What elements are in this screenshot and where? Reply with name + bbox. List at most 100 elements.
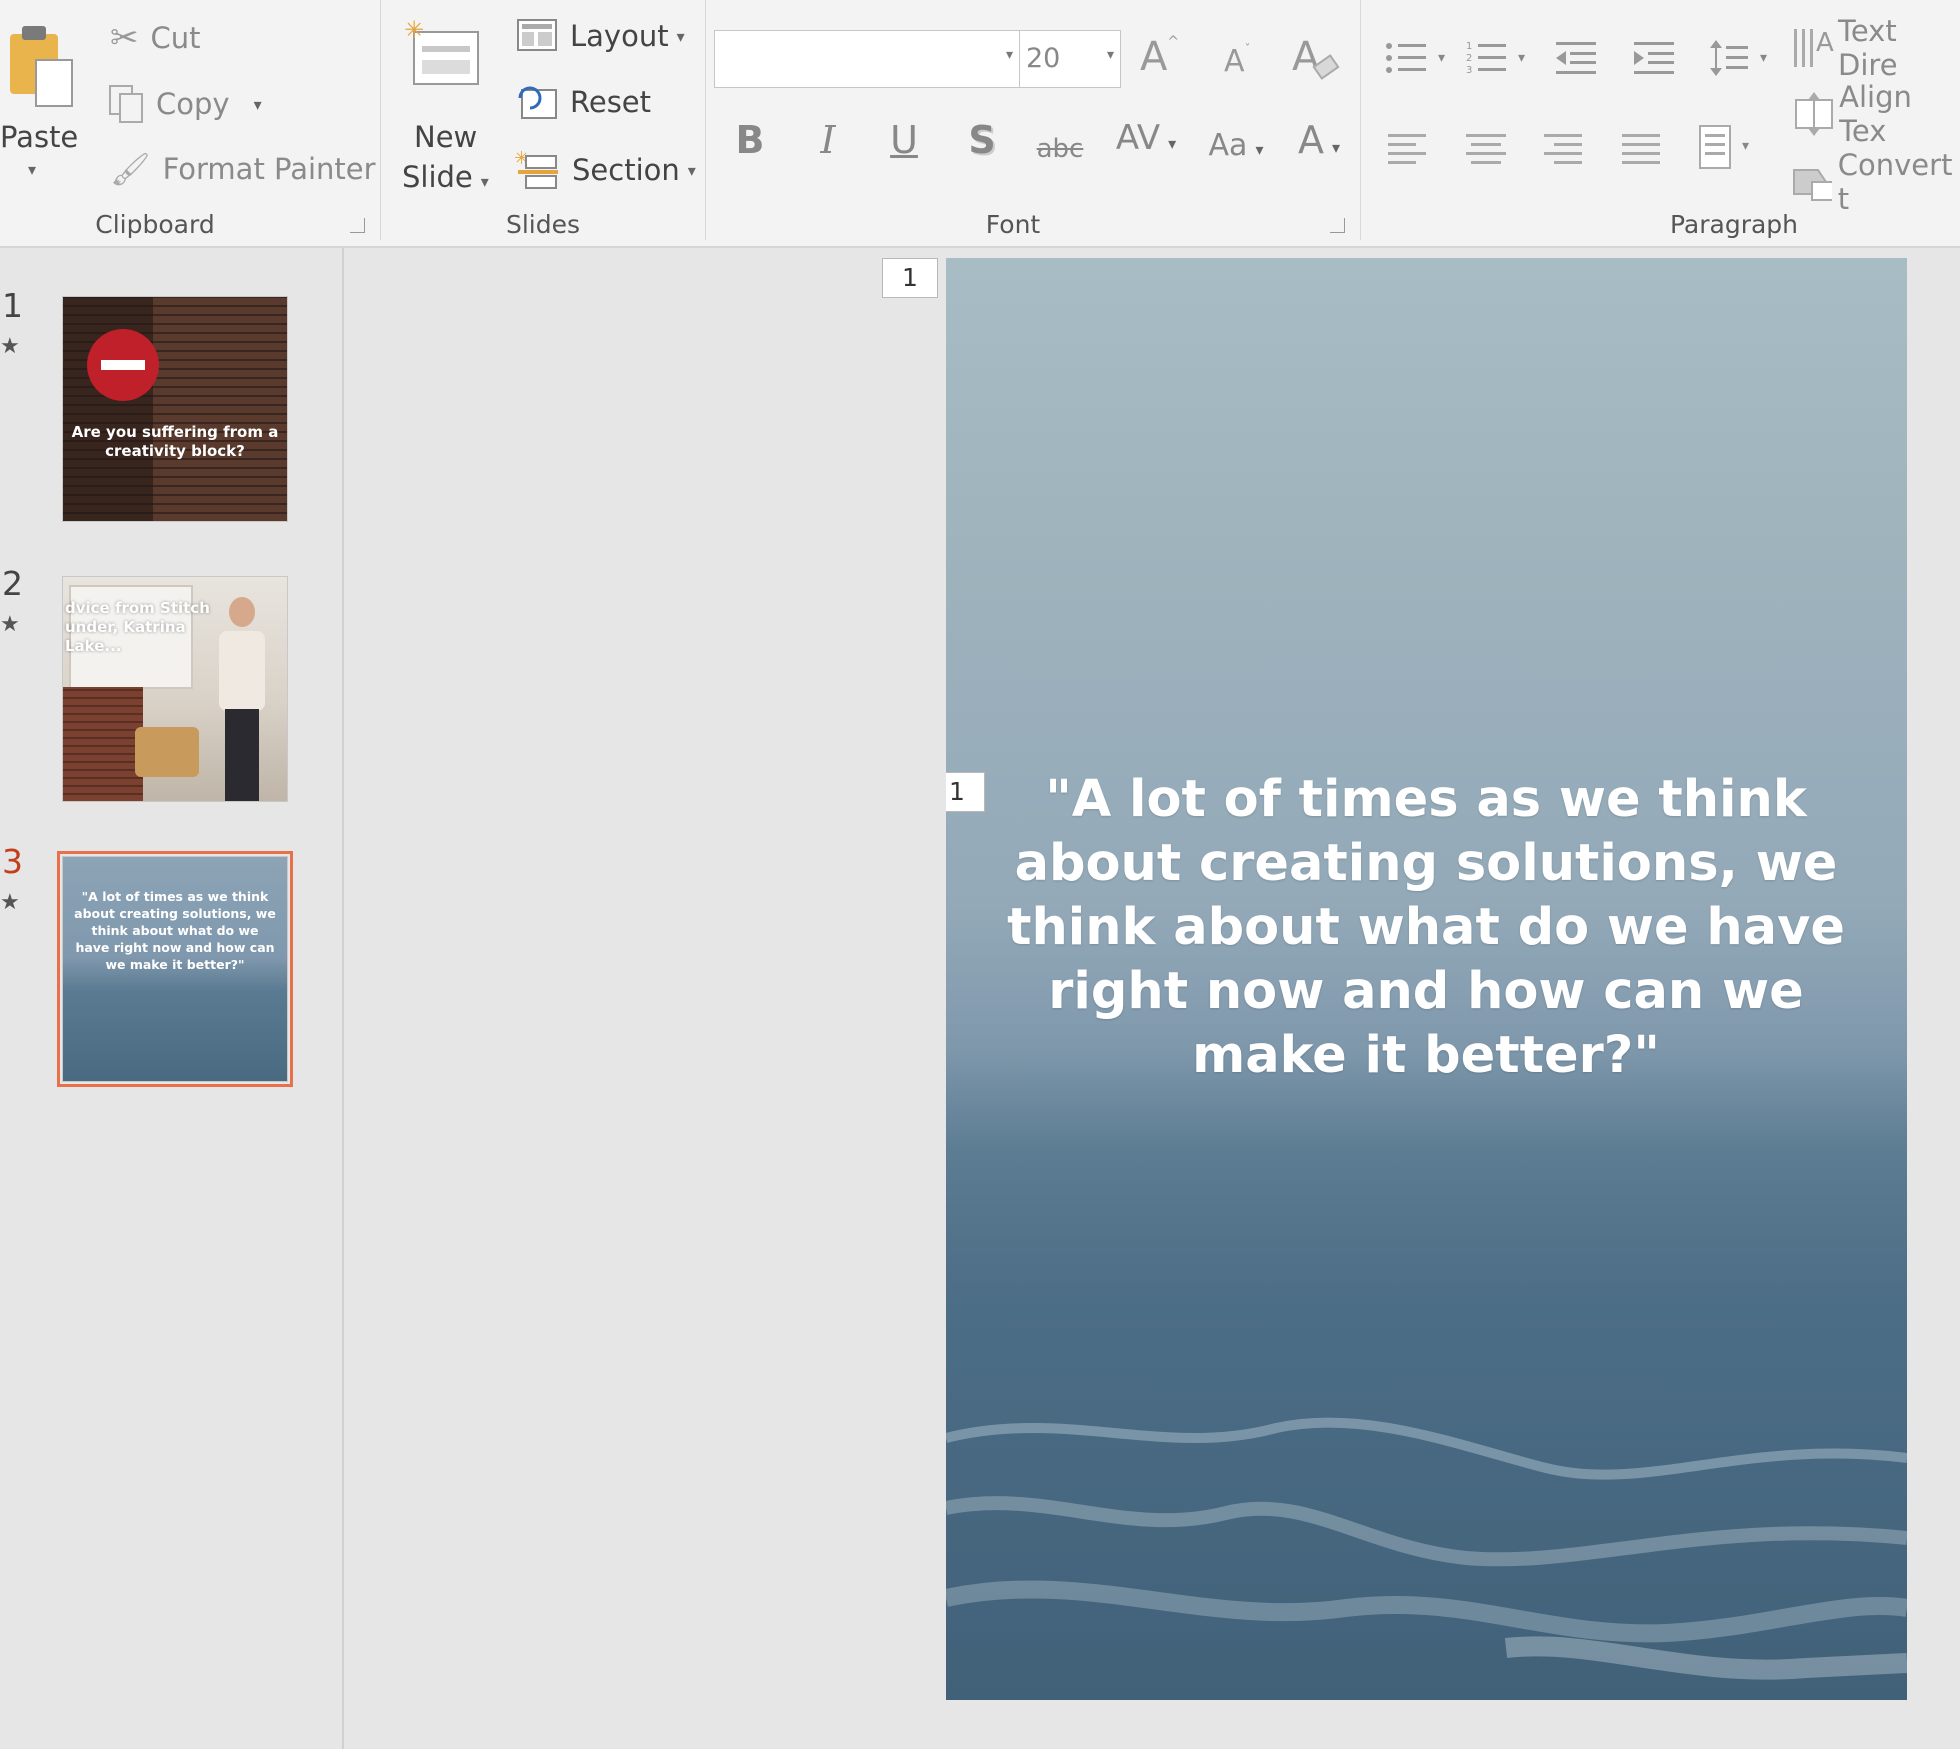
svg-text:▾: ▾ [1760, 50, 1767, 66]
increase-indent-button[interactable] [1630, 38, 1678, 78]
paintbrush-icon: 🖌 [110, 150, 151, 188]
align-right-icon [1544, 134, 1582, 164]
slide-thumbnail-2[interactable]: dvice from Stitch under, Katrina Lake... [62, 576, 288, 802]
ribbon: Paste ▾ ✂ Cut Copy ▾ 🖌 Format Painter Cl… [0, 0, 1960, 248]
chevron-down-icon: ▾ [1331, 138, 1341, 157]
font-color-icon: A [1297, 118, 1324, 162]
section-label: Section [572, 153, 680, 187]
scissors-icon: ✂ [110, 18, 139, 58]
shadow-button[interactable]: S [952, 118, 1012, 162]
new-slide-label-1: New [414, 120, 478, 154]
svg-text:A: A [1292, 34, 1320, 80]
text-direction-icon: A [1794, 28, 1834, 67]
slide-thumbnail-3[interactable]: "A lot of times as we think about creati… [57, 851, 293, 1087]
italic-button[interactable]: I [798, 118, 858, 162]
format-painter-label: Format Painter [162, 152, 376, 186]
font-group-label: Font [985, 210, 1041, 239]
italic-icon: I [820, 118, 836, 162]
paragraph-group-label: Paragraph [1669, 210, 1799, 239]
text-direction-button[interactable]: A Text Dire [1792, 14, 1960, 82]
align-left-button[interactable] [1384, 130, 1432, 170]
chevron-down-icon: ▾ [687, 160, 696, 180]
slide-thumbnail-1[interactable]: Are you suffering from a creativity bloc… [62, 296, 288, 522]
font-size-box[interactable]: 20 ▾ [1019, 30, 1121, 88]
slide-quote-text[interactable]: "A lot of times as we think about creati… [1006, 768, 1846, 1088]
change-case-icon: Aa [1208, 128, 1248, 163]
align-right-button[interactable] [1540, 130, 1588, 170]
cut-label: Cut [150, 21, 201, 55]
chevron-down-icon: ▾ [1168, 134, 1177, 153]
section-icon: ✳ [514, 148, 558, 189]
star-icon: ★ [0, 890, 20, 915]
svg-text:▾: ▾ [1438, 50, 1445, 66]
slide-number-2: 2 [2, 564, 23, 603]
thumbnail-2-brick-wall [63, 687, 143, 801]
section-button[interactable]: ✳ Section ▾ [514, 148, 696, 192]
svg-text:▾: ▾ [1742, 138, 1749, 154]
justify-button[interactable] [1618, 130, 1666, 170]
convert-smartart-button[interactable]: Convert t [1792, 148, 1960, 216]
numbering-icon: 1 2 3 ▾ [1466, 41, 1525, 76]
bold-icon: B [735, 118, 765, 162]
svg-text:2: 2 [1466, 53, 1472, 64]
chevron-down-icon: ▾ [676, 26, 685, 46]
shrink-font-button[interactable]: Aˇ [1224, 42, 1251, 79]
reset-button[interactable]: Reset [516, 84, 651, 120]
align-center-button[interactable] [1462, 130, 1510, 170]
strikethrough-button[interactable]: abc [1030, 134, 1090, 164]
paste-label: Paste [0, 120, 79, 154]
new-slide-button[interactable]: ✳ New Slide ▾ [396, 14, 496, 194]
change-case-button[interactable]: Aa ▾ [1196, 128, 1276, 163]
character-spacing-button[interactable]: AV ▾ [1106, 118, 1186, 158]
thumbnail-2-chair [135, 727, 199, 777]
chevron-down-icon: ▾ [253, 94, 262, 114]
star-icon: ★ [0, 334, 20, 359]
new-slide-label-row: Slide ▾ [402, 160, 489, 194]
group-divider [380, 0, 381, 240]
font-dialog-launcher-icon[interactable] [1330, 218, 1345, 233]
font-color-button[interactable]: A ▾ [1284, 118, 1354, 162]
slide-thumbnail-pane[interactable]: 1 ★ Are you suffering from a creativity … [0, 248, 344, 1749]
align-text-label: Align Tex [1839, 80, 1912, 148]
font-size-value: 20 [1026, 43, 1061, 74]
bullets-icon: ▾ [1386, 43, 1445, 73]
chevron-down-icon[interactable]: ▾ [1006, 47, 1013, 63]
clear-formatting-icon: A [1292, 34, 1340, 80]
increase-indent-icon [1634, 42, 1674, 74]
layout-icon [517, 19, 557, 51]
copy-button[interactable]: Copy ▾ [108, 84, 262, 124]
font-name-box[interactable]: ▾ [714, 30, 1020, 88]
slide-canvas[interactable]: 1 "A lot of times as we think about crea… [946, 258, 1907, 1700]
clipboard-group-label: Clipboard [95, 210, 215, 239]
smartart-icon [1793, 169, 1832, 201]
shadow-icon: S [968, 118, 996, 162]
columns-button[interactable]: ▾ [1696, 124, 1749, 169]
grow-font-button[interactable]: A^ [1140, 34, 1179, 80]
paste-button[interactable]: Paste ▾ [0, 10, 80, 185]
thumbnail-1-shadow-wall [63, 297, 153, 521]
layout-label: Layout [570, 19, 669, 53]
new-slide-icon: ✳ [404, 16, 479, 85]
decrease-indent-button[interactable] [1552, 38, 1600, 78]
cut-button[interactable]: ✂ Cut [110, 18, 201, 58]
clipboard-dialog-launcher-icon[interactable] [350, 218, 365, 233]
decrease-indent-icon [1556, 42, 1596, 74]
format-painter-button[interactable]: 🖌 Format Painter [110, 150, 376, 188]
layout-button[interactable]: Layout ▾ [516, 18, 685, 54]
chevron-down-icon: ▾ [28, 160, 37, 179]
quote-placeholder-tag: 1 [946, 772, 985, 812]
character-spacing-icon: AV [1115, 118, 1161, 158]
bold-button[interactable]: B [720, 118, 780, 162]
line-spacing-button[interactable]: ▾ [1708, 38, 1767, 78]
clear-formatting-button[interactable]: A [1290, 30, 1340, 88]
shrink-font-icon: A [1224, 44, 1245, 79]
chevron-down-icon[interactable]: ▾ [1107, 47, 1114, 63]
slide-number-1: 1 [2, 286, 23, 325]
bullets-button[interactable]: ▾ [1384, 38, 1445, 78]
group-divider [705, 0, 706, 240]
align-text-button[interactable]: Align Tex [1792, 80, 1960, 148]
thumbnail-1-text: Are you suffering from a creativity bloc… [71, 423, 279, 460]
numbering-button[interactable]: 1 2 3 ▾ [1466, 38, 1525, 78]
underline-button[interactable]: U [874, 118, 934, 162]
svg-text:A: A [1816, 28, 1834, 58]
